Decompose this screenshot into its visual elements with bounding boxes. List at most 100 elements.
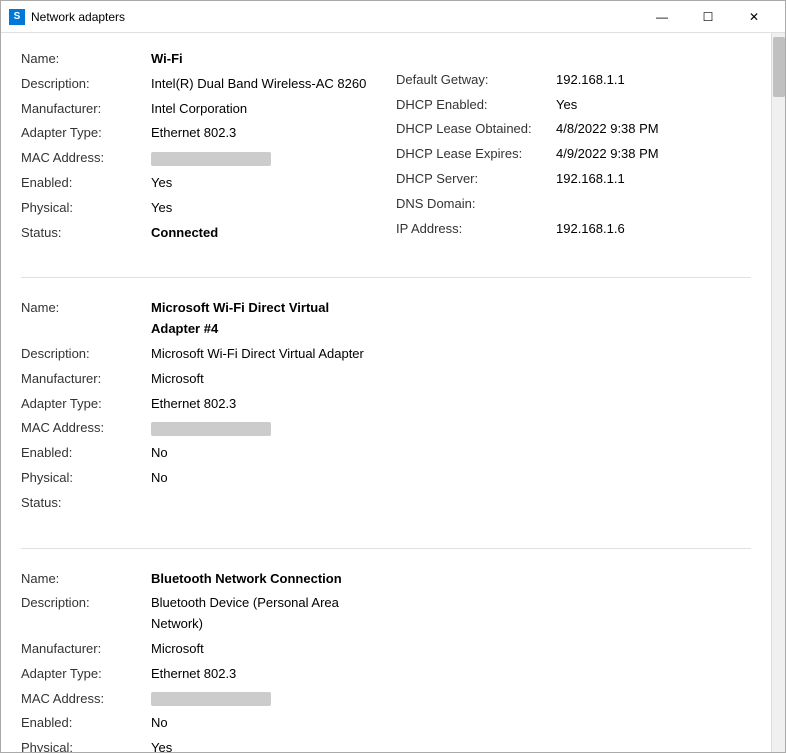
field-label: Adapter Type: xyxy=(21,123,151,144)
field-value: Microsoft Wi-Fi Direct Virtual Adapter xyxy=(151,344,364,365)
info-row: Manufacturer:Microsoft xyxy=(21,369,376,390)
field-value: No xyxy=(151,443,168,464)
wifi-direct-left-col: Name:Microsoft Wi-Fi Direct Virtual Adap… xyxy=(21,298,386,517)
field-value: Bluetooth Network Connection xyxy=(151,569,342,590)
field-label: Adapter Type: xyxy=(21,664,151,685)
field-label: Physical: xyxy=(21,198,151,219)
info-row: Name:Wi-Fi xyxy=(21,49,376,70)
app-icon: S xyxy=(9,9,25,25)
info-row: DHCP Lease Expires:4/9/2022 9:38 PM xyxy=(396,144,751,165)
field-label: Status: xyxy=(21,223,151,244)
info-row: Physical:Yes xyxy=(21,738,376,752)
main-content[interactable]: Name:Wi-FiDescription:Intel(R) Dual Band… xyxy=(1,33,771,752)
divider-2 xyxy=(21,548,751,549)
field-label: Manufacturer: xyxy=(21,639,151,660)
info-row: Manufacturer:Microsoft xyxy=(21,639,376,660)
field-label: MAC Address: xyxy=(21,689,151,710)
field-label: Name: xyxy=(21,298,151,340)
info-row: Description:Microsoft Wi-Fi Direct Virtu… xyxy=(21,344,376,365)
field-value: 192.168.1.6 xyxy=(556,219,625,240)
maximize-button[interactable]: ☐ xyxy=(685,1,731,33)
field-label: Default Getway: xyxy=(396,70,556,91)
mac-address-blurred xyxy=(151,692,271,706)
wifi-left-col: Name:Wi-Fi Description:Intel(R) Dual Band… xyxy=(21,49,386,247)
bluetooth-columns: Name:Bluetooth Network ConnectionDescrip… xyxy=(21,569,751,752)
field-value: Yes xyxy=(556,95,577,116)
close-button[interactable]: ✕ xyxy=(731,1,777,33)
field-value: Ethernet 802.3 xyxy=(151,664,236,685)
field-value: Wi-Fi xyxy=(151,49,183,70)
field-value: 4/9/2022 9:38 PM xyxy=(556,144,659,165)
adapter-wifi: Name:Wi-Fi Description:Intel(R) Dual Band… xyxy=(21,49,751,247)
bluetooth-right-col xyxy=(386,569,751,752)
field-value: No xyxy=(151,713,168,734)
field-value: Microsoft xyxy=(151,369,204,390)
info-row: Status:Connected xyxy=(21,223,376,244)
divider-1 xyxy=(21,277,751,278)
scrollbar-thumb[interactable] xyxy=(773,37,785,97)
scrollbar-track[interactable] xyxy=(771,33,785,752)
field-value xyxy=(151,148,271,169)
window-title: Network adapters xyxy=(31,10,639,24)
info-row: Default Getway:192.168.1.1 xyxy=(396,70,751,91)
field-value: 4/8/2022 9:38 PM xyxy=(556,119,659,140)
field-value: Intel(R) Dual Band Wireless-AC 8260 xyxy=(151,74,366,95)
info-row: DHCP Server:192.168.1.1 xyxy=(396,169,751,190)
adapter-bluetooth: Name:Bluetooth Network ConnectionDescrip… xyxy=(21,569,751,752)
field-label: MAC Address: xyxy=(21,418,151,439)
field-value: No xyxy=(151,468,168,489)
field-label: Manufacturer: xyxy=(21,99,151,120)
field-label: MAC Address: xyxy=(21,148,151,169)
field-value xyxy=(151,689,271,710)
wifi-direct-right-col xyxy=(386,298,751,517)
field-value: 192.168.1.1 xyxy=(556,169,625,190)
info-row: Adapter Type:Ethernet 802.3 xyxy=(21,394,376,415)
info-row: MAC Address: xyxy=(21,148,376,169)
mac-address-blurred xyxy=(151,422,271,436)
info-row: Name:Bluetooth Network Connection xyxy=(21,569,376,590)
field-value: Yes xyxy=(151,173,172,194)
field-value: Microsoft xyxy=(151,639,204,660)
info-row: Manufacturer:Intel Corporation xyxy=(21,99,376,120)
titlebar: S Network adapters — ☐ ✕ xyxy=(1,1,785,33)
field-label: Physical: xyxy=(21,468,151,489)
info-row: MAC Address: xyxy=(21,418,376,439)
info-row: Adapter Type:Ethernet 802.3 xyxy=(21,664,376,685)
field-value xyxy=(151,418,271,439)
bluetooth-left-col: Name:Bluetooth Network ConnectionDescrip… xyxy=(21,569,386,752)
field-label: DNS Domain: xyxy=(396,194,556,215)
info-row: DHCP Enabled:Yes xyxy=(396,95,751,116)
info-row: IP Address:192.168.1.6 xyxy=(396,219,751,240)
info-row: Adapter Type:Ethernet 802.3 xyxy=(21,123,376,144)
field-label: DHCP Lease Expires: xyxy=(396,144,556,165)
info-row: DHCP Lease Obtained:4/8/2022 9:38 PM xyxy=(396,119,751,140)
info-row: Description:Intel(R) Dual Band Wireless-… xyxy=(21,74,376,95)
content-wrapper: Name:Wi-FiDescription:Intel(R) Dual Band… xyxy=(1,33,785,752)
info-row: Physical:No xyxy=(21,468,376,489)
right-col-spacer xyxy=(396,49,751,70)
field-value: Ethernet 802.3 xyxy=(151,123,236,144)
wifi-direct-columns: Name:Microsoft Wi-Fi Direct Virtual Adap… xyxy=(21,298,751,517)
field-label: Description: xyxy=(21,593,151,635)
field-label: DHCP Lease Obtained: xyxy=(396,119,556,140)
field-label: DHCP Server: xyxy=(396,169,556,190)
minimize-button[interactable]: — xyxy=(639,1,685,33)
main-window: S Network adapters — ☐ ✕ Name:Wi-FiDescr… xyxy=(0,0,786,753)
field-value: Microsoft Wi-Fi Direct Virtual Adapter #… xyxy=(151,298,376,340)
field-label: Enabled: xyxy=(21,713,151,734)
field-value: Yes xyxy=(151,198,172,219)
field-label: Description: xyxy=(21,74,151,95)
info-row: Description:Bluetooth Device (Personal A… xyxy=(21,593,376,635)
info-row: Name:Microsoft Wi-Fi Direct Virtual Adap… xyxy=(21,298,376,340)
titlebar-controls: — ☐ ✕ xyxy=(639,1,777,33)
field-label: Name: xyxy=(21,569,151,590)
field-label: Manufacturer: xyxy=(21,369,151,390)
field-value: Intel Corporation xyxy=(151,99,247,120)
field-value: Bluetooth Device (Personal Area Network) xyxy=(151,593,376,635)
mac-address-blurred xyxy=(151,152,271,166)
field-label: DHCP Enabled: xyxy=(396,95,556,116)
field-label: Physical: xyxy=(21,738,151,752)
adapter-wifi-direct: Name:Microsoft Wi-Fi Direct Virtual Adap… xyxy=(21,298,751,517)
info-row: Status: xyxy=(21,493,376,514)
info-row: Physical:Yes xyxy=(21,198,376,219)
